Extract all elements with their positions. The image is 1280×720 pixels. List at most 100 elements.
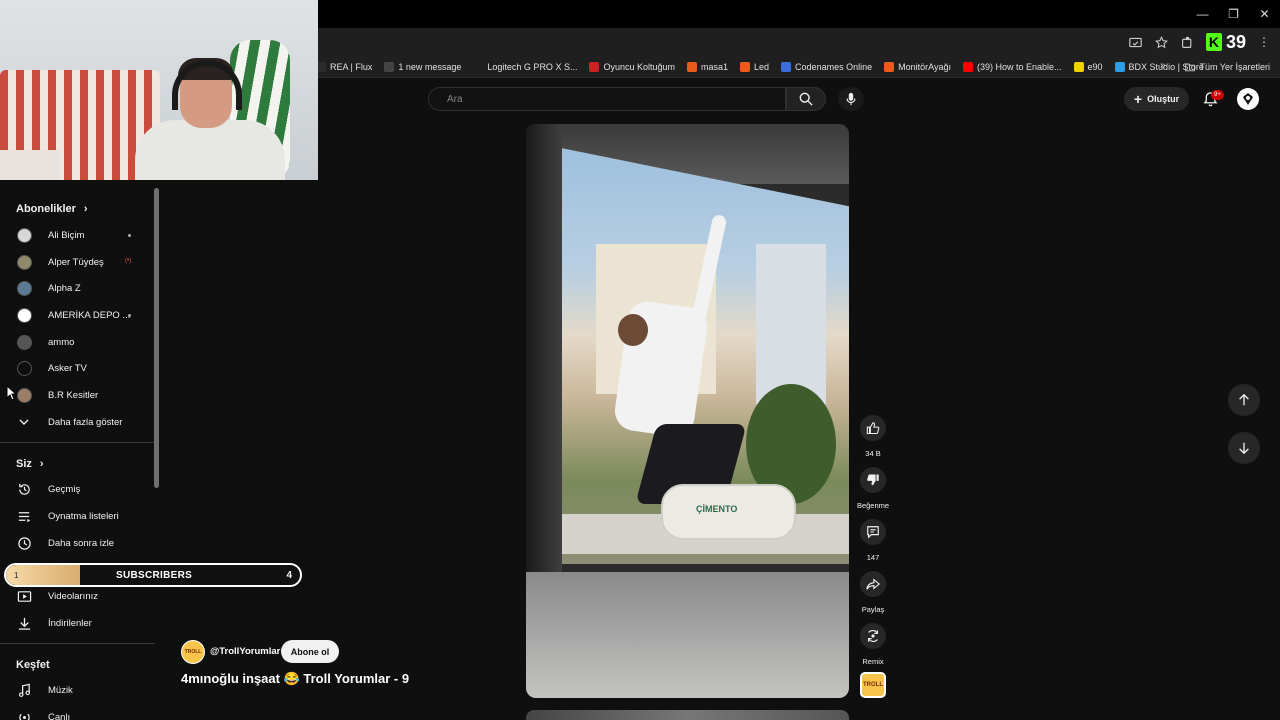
- you-header[interactable]: Siz ›: [0, 451, 155, 477]
- channel-avatar: [16, 227, 32, 243]
- sidebar-channel-label: AMERİKA DEPO ...: [48, 309, 131, 321]
- voice-search-button[interactable]: [838, 87, 864, 111]
- sidebar-item-label: Videolarınız: [48, 591, 98, 603]
- bookmark-favicon-icon: [687, 61, 697, 72]
- explore-list: Müzik Canlı: [0, 678, 155, 720]
- kick-extension[interactable]: K 39: [1205, 32, 1246, 53]
- video-title[interactable]: 4mınoğlu inşaat 😂 Troll Yorumlar - 9: [181, 671, 409, 687]
- bookmark-label: masa1: [701, 61, 729, 72]
- sidebar-scrollbar[interactable]: [154, 188, 159, 488]
- bookmark-item[interactable]: Codenames Online: [781, 61, 872, 72]
- subscriptions-header[interactable]: Abonelikler ›: [0, 196, 155, 222]
- new-content-dot: [128, 314, 131, 318]
- channel-thumbnail-button[interactable]: TROLL: [860, 672, 886, 698]
- like-button[interactable]: [860, 415, 886, 441]
- create-button[interactable]: + Oluştur: [1124, 87, 1189, 111]
- bookmark-item[interactable]: MonitörAyağı: [884, 61, 951, 72]
- channel-handle[interactable]: @TrollYorumlar: [210, 646, 280, 657]
- extensions-icon[interactable]: [1180, 34, 1196, 50]
- dislike-action[interactable]: Beğenme: [852, 467, 894, 510]
- bookmark-label: e90: [1087, 61, 1103, 72]
- sidebar-item-playlist[interactable]: Oynatma listeleri: [0, 503, 155, 530]
- previous-short-button[interactable]: [1228, 384, 1260, 416]
- remix-icon: [868, 630, 878, 642]
- bookmark-item[interactable]: 1 new message: [384, 61, 461, 72]
- notifications-badge: 9+: [1211, 90, 1224, 100]
- sidebar-channel-label: ammo: [48, 336, 75, 348]
- remix-label: Remix: [862, 657, 884, 666]
- subscriptions-list: Ali Biçim Alper Tüydeş (•) Alpha Z AMERİKA D…: [0, 222, 155, 409]
- comments-button[interactable]: [860, 519, 886, 545]
- channel-avatar: [16, 281, 32, 297]
- cast-icon[interactable]: [1128, 34, 1144, 50]
- playlist-icon: [16, 509, 32, 525]
- bookmark-item[interactable]: Oyuncu Koltuğum: [589, 61, 675, 72]
- bookmark-favicon-icon: [781, 61, 792, 72]
- sidebar-channel-label: Ali Biçim: [48, 229, 85, 241]
- remix-action[interactable]: Remix: [852, 623, 894, 666]
- subscriber-goal-count: 4: [286, 569, 292, 581]
- live-icon: [16, 710, 32, 720]
- share-button[interactable]: [860, 571, 886, 597]
- search-input[interactable]: Ara: [428, 87, 786, 111]
- dislike-button[interactable]: [860, 467, 886, 493]
- sidebar-item-download[interactable]: İndirilenler: [0, 610, 155, 637]
- next-short-preview[interactable]: [526, 710, 849, 720]
- sidebar-channel-item[interactable]: Ali Biçim: [0, 222, 155, 249]
- next-short-button[interactable]: [1228, 432, 1260, 464]
- remix-button[interactable]: [860, 623, 886, 649]
- bookmark-item[interactable]: (39) How to Enable...: [962, 61, 1062, 72]
- bookmarks-overflow-button[interactable]: »: [1160, 60, 1166, 71]
- sidebar-item-watch-later[interactable]: Daha sonra izle: [0, 530, 155, 557]
- menu-dots-icon[interactable]: ⋮: [1256, 34, 1272, 50]
- subscriptions-title: Abonelikler: [16, 203, 76, 215]
- bookmark-favicon-icon: [1114, 61, 1125, 72]
- plus-icon: +: [1133, 91, 1143, 107]
- search-button[interactable]: [786, 87, 826, 111]
- channel-avatar[interactable]: TROLL: [181, 640, 205, 664]
- bookmark-list: REA | Flux 1 new message Logitech G PRO X …: [316, 61, 1216, 72]
- bookmark-label: Led: [754, 61, 770, 72]
- bookmark-item[interactable]: Led: [740, 61, 770, 72]
- bookmark-label: Oyuncu Koltuğum: [603, 61, 675, 72]
- maximize-button[interactable]: ❐: [1218, 0, 1249, 28]
- sidebar-item-video[interactable]: Videolarınız: [0, 583, 155, 610]
- channel-avatar: [16, 361, 32, 377]
- sidebar-channel-item[interactable]: Asker TV: [0, 355, 155, 382]
- sidebar-item-live[interactable]: Canlı: [0, 704, 155, 720]
- like-action[interactable]: 34 B: [852, 415, 894, 458]
- shorts-video-player[interactable]: ÇİMENTO: [526, 124, 849, 698]
- show-more-button[interactable]: Daha fazla göster: [0, 409, 155, 436]
- sidebar-channel-item[interactable]: B.R Kesitler: [0, 382, 155, 409]
- subscribe-button[interactable]: Abone ol: [281, 640, 339, 663]
- create-label: Oluştur: [1147, 94, 1180, 104]
- avatar[interactable]: [1237, 88, 1259, 110]
- download-icon: [16, 615, 32, 631]
- sidebar-channel-item[interactable]: Alper Tüydeş (•): [0, 249, 155, 276]
- bookmark-item[interactable]: REA | Flux: [316, 61, 372, 72]
- sidebar-item-label: İndirilenler: [48, 617, 92, 629]
- sidebar-channel-label: Alpha Z: [48, 283, 81, 295]
- sidebar-item-music[interactable]: Müzik: [0, 678, 155, 705]
- watch-later-icon: [16, 535, 32, 551]
- screen: — ❐ ✕ K 39 ⋮ REA | Flux 1 new message Log: [0, 0, 1280, 720]
- bookmark-item[interactable]: masa1: [687, 61, 729, 72]
- comments-action[interactable]: 147: [852, 519, 894, 562]
- video-icon: [16, 589, 32, 605]
- new-content-dot: [128, 234, 131, 237]
- close-button[interactable]: ✕: [1249, 0, 1280, 28]
- share-action[interactable]: Paylaş: [852, 571, 894, 614]
- all-bookmarks-button[interactable]: Tüm Yer İşaretleri: [1185, 56, 1270, 78]
- bookmark-item[interactable]: e90: [1073, 61, 1103, 72]
- bookmark-star-icon[interactable]: [1154, 34, 1170, 50]
- minimize-button[interactable]: —: [1187, 0, 1218, 28]
- thumbs-down-icon: [867, 474, 879, 486]
- bookmark-item[interactable]: Logitech G PRO X S...: [473, 61, 577, 72]
- all-bookmarks-label: Tüm Yer İşaretleri: [1199, 62, 1270, 72]
- channel-avatar: [16, 307, 32, 323]
- sidebar-channel-item[interactable]: ammo: [0, 329, 155, 356]
- sidebar-channel-item[interactable]: Alpha Z: [0, 275, 155, 302]
- sidebar-item-history[interactable]: Geçmiş: [0, 477, 155, 504]
- divider: [0, 642, 155, 644]
- sidebar-channel-item[interactable]: AMERİKA DEPO ...: [0, 302, 155, 329]
